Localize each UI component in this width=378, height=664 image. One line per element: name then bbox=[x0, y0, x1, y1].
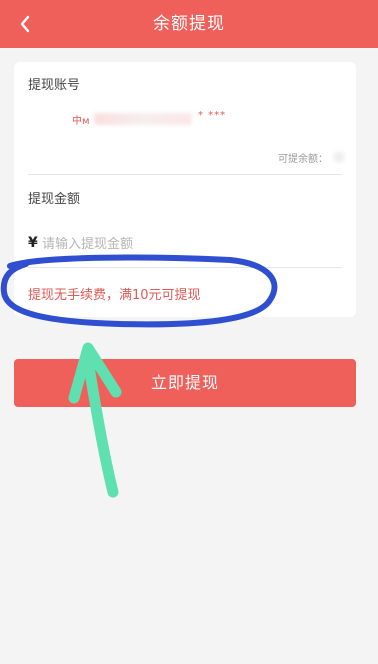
available-balance-label: 可提余额： bbox=[278, 154, 328, 165]
header-bar: 余额提现 bbox=[0, 0, 378, 48]
amount-label: 提现金额 bbox=[28, 192, 81, 207]
account-value: 中м * *** bbox=[72, 110, 262, 130]
amount-row: ¥ bbox=[28, 232, 342, 258]
divider bbox=[28, 174, 342, 175]
divider bbox=[28, 267, 342, 268]
account-value-start: 中м bbox=[72, 116, 90, 127]
amount-input[interactable] bbox=[42, 232, 332, 256]
account-blur bbox=[94, 113, 192, 125]
account-value-mask: * *** bbox=[198, 110, 227, 121]
withdraw-form-card: 提现账号 中м * *** 可提余额： 提现金额 ¥ 提现无手续费，满10元可提… bbox=[14, 62, 356, 317]
account-label: 提现账号 bbox=[28, 78, 81, 93]
currency-symbol: ¥ bbox=[28, 235, 38, 251]
balance-value-blur bbox=[334, 152, 344, 162]
page-title: 余额提现 bbox=[153, 14, 225, 34]
fee-notice: 提现无手续费，满10元可提现 bbox=[28, 288, 201, 303]
submit-withdraw-button[interactable]: 立即提现 bbox=[14, 359, 356, 407]
